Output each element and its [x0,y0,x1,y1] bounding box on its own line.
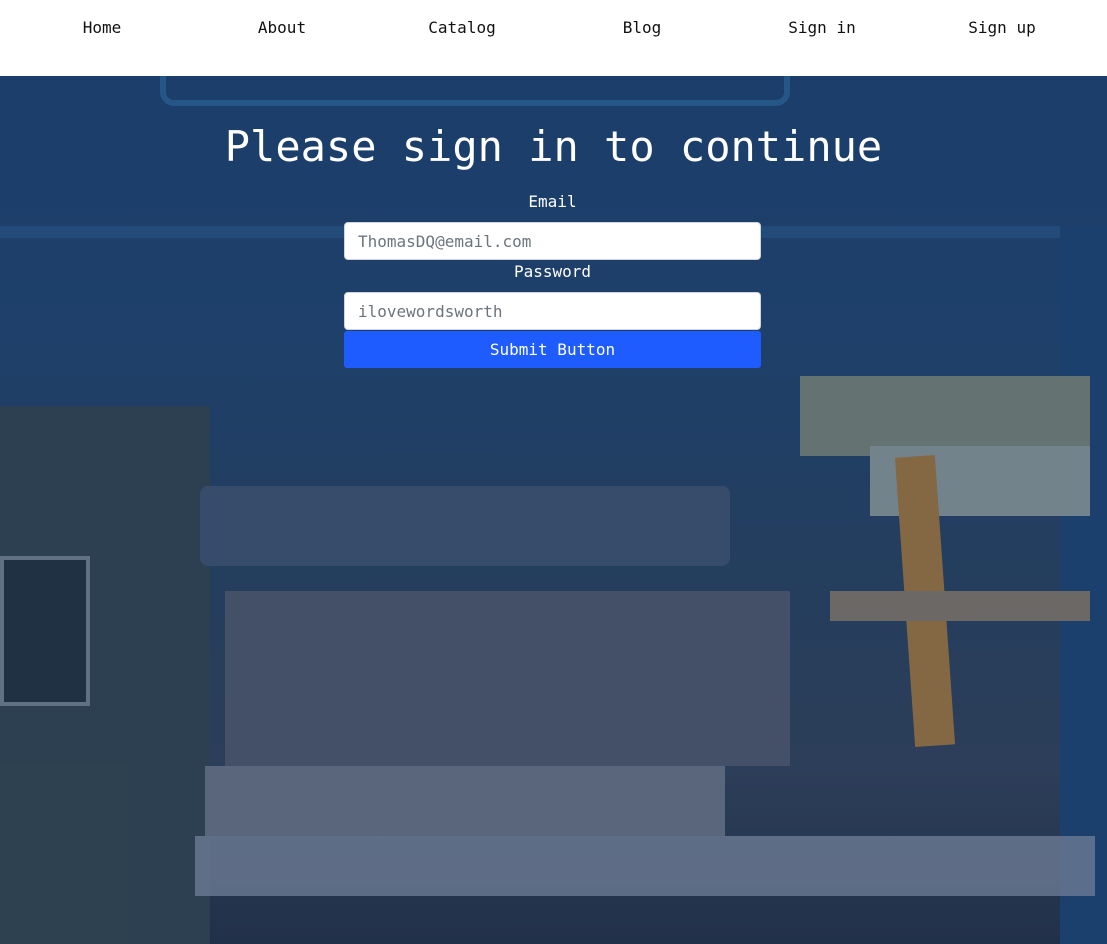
nav-sign-in-link[interactable]: Sign in [762,17,882,39]
nav-about-link[interactable]: About [222,17,342,39]
email-field[interactable] [344,222,761,260]
page-title: Please sign in to continue [224,122,883,171]
nav-blog-link[interactable]: Blog [582,17,702,39]
nav-home-link[interactable]: Home [42,17,162,39]
password-label: Password [513,262,592,281]
password-field[interactable] [344,292,761,330]
nav-sign-up-link[interactable]: Sign up [942,17,1062,39]
nav-catalog-link[interactable]: Catalog [402,17,522,39]
submit-button[interactable]: Submit Button [344,331,761,368]
email-label: Email [528,192,577,211]
top-navbar: Home About Catalog Blog Sign in Sign up [0,0,1107,76]
